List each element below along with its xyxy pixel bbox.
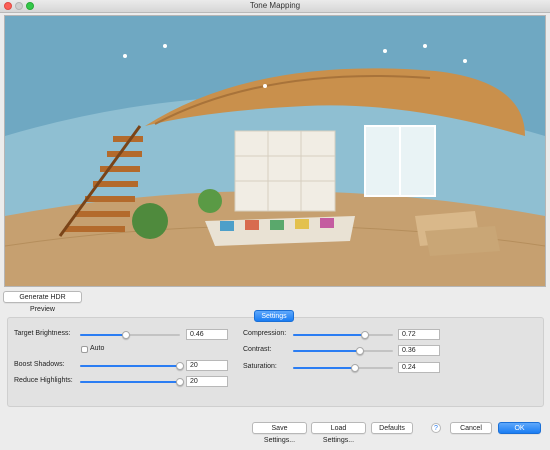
reduce-highlights-field[interactable]: 20 — [186, 376, 228, 387]
compression-field[interactable]: 0.72 — [398, 329, 440, 340]
panorama-room-image — [5, 16, 545, 286]
boost-shadows-label: Boost Shadows: — [14, 361, 65, 368]
auto-checkbox[interactable] — [81, 346, 88, 353]
window-titlebar: Tone Mapping — [0, 0, 550, 13]
contrast-slider[interactable] — [293, 347, 393, 355]
target-brightness-slider[interactable] — [80, 331, 180, 339]
reduce-highlights-label: Reduce Highlights: — [14, 377, 73, 384]
target-brightness-knob[interactable] — [122, 331, 130, 339]
reduce-highlights-knob[interactable] — [176, 378, 184, 386]
save-settings-button[interactable]: Save Settings... — [252, 422, 307, 444]
tab-settings[interactable]: Settings — [254, 310, 294, 322]
contrast-label: Contrast: — [243, 346, 272, 353]
cancel-button[interactable]: Cancel — [450, 422, 492, 434]
contrast-field[interactable]: 0.36 — [398, 345, 440, 356]
target-brightness-field[interactable]: 0.46 — [186, 329, 228, 340]
saturation-label: Saturation: — [243, 363, 277, 370]
window-title: Tone Mapping — [249, 1, 301, 10]
defaults-button[interactable]: Defaults — [371, 422, 413, 434]
contrast-knob[interactable] — [356, 347, 364, 355]
compression-knob[interactable] — [361, 331, 369, 339]
target-brightness-label: Target Brightness: — [14, 330, 71, 337]
ok-button[interactable]: OK — [498, 422, 541, 434]
compression-label: Compression: — [243, 330, 287, 337]
boost-shadows-slider[interactable] — [80, 362, 184, 370]
help-button[interactable]: ? — [431, 423, 441, 433]
reduce-highlights-slider[interactable] — [80, 378, 184, 386]
boost-shadows-field[interactable]: 20 — [186, 360, 228, 371]
hdr-preview-image — [4, 15, 546, 287]
boost-shadows-knob[interactable] — [176, 362, 184, 370]
auto-label: Auto — [90, 345, 105, 352]
load-settings-button[interactable]: Load Settings... — [311, 422, 366, 444]
saturation-knob[interactable] — [351, 364, 359, 372]
saturation-slider[interactable] — [293, 364, 393, 372]
generate-hdr-preview-button[interactable]: Generate HDR Preview — [3, 291, 82, 313]
saturation-field[interactable]: 0.24 — [398, 362, 440, 373]
compression-slider[interactable] — [293, 331, 393, 339]
